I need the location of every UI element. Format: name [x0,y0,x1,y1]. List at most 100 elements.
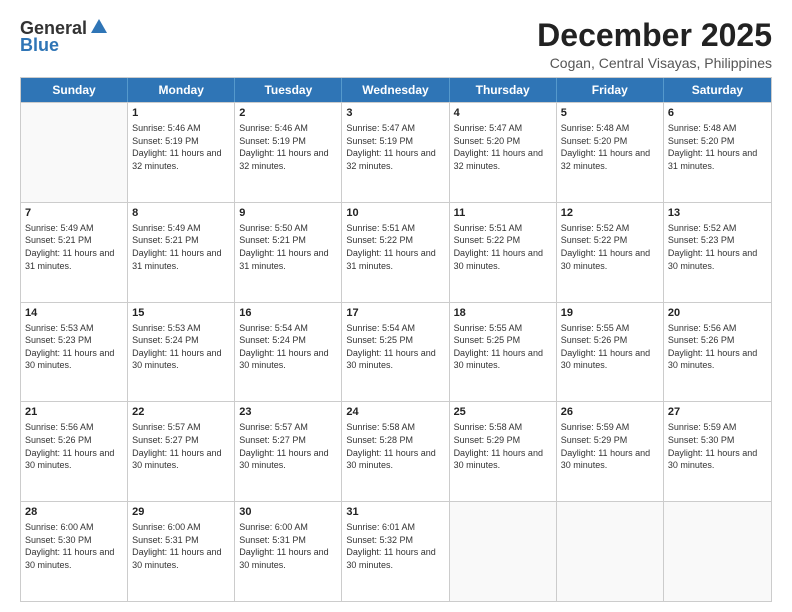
day-number: 24 [346,405,444,420]
day-number: 9 [239,206,337,221]
calendar-body: 1Sunrise: 5:46 AMSunset: 5:19 PMDaylight… [21,102,771,601]
calendar-cell: 24Sunrise: 5:58 AMSunset: 5:28 PMDayligh… [342,402,449,501]
day-number: 2 [239,106,337,121]
calendar-cell: 21Sunrise: 5:56 AMSunset: 5:26 PMDayligh… [21,402,128,501]
calendar-cell: 13Sunrise: 5:52 AMSunset: 5:23 PMDayligh… [664,203,771,302]
calendar-cell: 31Sunrise: 6:01 AMSunset: 5:32 PMDayligh… [342,502,449,601]
day-number: 5 [561,106,659,121]
calendar-cell: 29Sunrise: 6:00 AMSunset: 5:31 PMDayligh… [128,502,235,601]
cell-info: Sunrise: 5:53 AMSunset: 5:24 PMDaylight:… [132,322,230,372]
cell-info: Sunrise: 6:00 AMSunset: 5:31 PMDaylight:… [132,521,230,571]
cell-info: Sunrise: 5:54 AMSunset: 5:24 PMDaylight:… [239,322,337,372]
weekday-header: Tuesday [235,78,342,102]
day-number: 27 [668,405,767,420]
calendar-cell: 8Sunrise: 5:49 AMSunset: 5:21 PMDaylight… [128,203,235,302]
calendar-cell [450,502,557,601]
calendar: SundayMondayTuesdayWednesdayThursdayFrid… [20,77,772,602]
calendar-row: 21Sunrise: 5:56 AMSunset: 5:26 PMDayligh… [21,401,771,501]
day-number: 10 [346,206,444,221]
cell-info: Sunrise: 5:47 AMSunset: 5:20 PMDaylight:… [454,122,552,172]
calendar-row: 1Sunrise: 5:46 AMSunset: 5:19 PMDaylight… [21,102,771,202]
calendar-cell: 9Sunrise: 5:50 AMSunset: 5:21 PMDaylight… [235,203,342,302]
day-number: 19 [561,306,659,321]
calendar-cell: 26Sunrise: 5:59 AMSunset: 5:29 PMDayligh… [557,402,664,501]
weekday-header: Wednesday [342,78,449,102]
calendar-cell [557,502,664,601]
cell-info: Sunrise: 5:53 AMSunset: 5:23 PMDaylight:… [25,322,123,372]
weekday-header: Thursday [450,78,557,102]
calendar-row: 14Sunrise: 5:53 AMSunset: 5:23 PMDayligh… [21,302,771,402]
calendar-cell: 18Sunrise: 5:55 AMSunset: 5:25 PMDayligh… [450,303,557,402]
cell-info: Sunrise: 5:46 AMSunset: 5:19 PMDaylight:… [239,122,337,172]
calendar-cell: 27Sunrise: 5:59 AMSunset: 5:30 PMDayligh… [664,402,771,501]
cell-info: Sunrise: 5:58 AMSunset: 5:29 PMDaylight:… [454,421,552,471]
calendar-cell: 15Sunrise: 5:53 AMSunset: 5:24 PMDayligh… [128,303,235,402]
calendar-cell: 19Sunrise: 5:55 AMSunset: 5:26 PMDayligh… [557,303,664,402]
page: General Blue December 2025 Cogan, Centra… [0,0,792,612]
calendar-cell: 11Sunrise: 5:51 AMSunset: 5:22 PMDayligh… [450,203,557,302]
day-number: 13 [668,206,767,221]
cell-info: Sunrise: 5:55 AMSunset: 5:26 PMDaylight:… [561,322,659,372]
day-number: 1 [132,106,230,121]
cell-info: Sunrise: 5:48 AMSunset: 5:20 PMDaylight:… [561,122,659,172]
logo-blue-text: Blue [20,35,59,56]
day-number: 6 [668,106,767,121]
cell-info: Sunrise: 5:46 AMSunset: 5:19 PMDaylight:… [132,122,230,172]
day-number: 12 [561,206,659,221]
weekday-header: Monday [128,78,235,102]
cell-info: Sunrise: 5:51 AMSunset: 5:22 PMDaylight:… [454,222,552,272]
calendar-cell: 3Sunrise: 5:47 AMSunset: 5:19 PMDaylight… [342,103,449,202]
calendar-cell: 22Sunrise: 5:57 AMSunset: 5:27 PMDayligh… [128,402,235,501]
calendar-cell: 17Sunrise: 5:54 AMSunset: 5:25 PMDayligh… [342,303,449,402]
calendar-cell: 30Sunrise: 6:00 AMSunset: 5:31 PMDayligh… [235,502,342,601]
day-number: 4 [454,106,552,121]
cell-info: Sunrise: 5:56 AMSunset: 5:26 PMDaylight:… [668,322,767,372]
cell-info: Sunrise: 6:00 AMSunset: 5:30 PMDaylight:… [25,521,123,571]
calendar-cell: 2Sunrise: 5:46 AMSunset: 5:19 PMDaylight… [235,103,342,202]
calendar-cell: 28Sunrise: 6:00 AMSunset: 5:30 PMDayligh… [21,502,128,601]
calendar-row: 7Sunrise: 5:49 AMSunset: 5:21 PMDaylight… [21,202,771,302]
cell-info: Sunrise: 5:47 AMSunset: 5:19 PMDaylight:… [346,122,444,172]
day-number: 31 [346,505,444,520]
day-number: 16 [239,306,337,321]
calendar-cell: 6Sunrise: 5:48 AMSunset: 5:20 PMDaylight… [664,103,771,202]
day-number: 8 [132,206,230,221]
cell-info: Sunrise: 5:58 AMSunset: 5:28 PMDaylight:… [346,421,444,471]
title-block: December 2025 Cogan, Central Visayas, Ph… [537,18,772,71]
calendar-cell: 7Sunrise: 5:49 AMSunset: 5:21 PMDaylight… [21,203,128,302]
cell-info: Sunrise: 5:59 AMSunset: 5:30 PMDaylight:… [668,421,767,471]
cell-info: Sunrise: 5:57 AMSunset: 5:27 PMDaylight:… [239,421,337,471]
cell-info: Sunrise: 5:49 AMSunset: 5:21 PMDaylight:… [132,222,230,272]
logo: General Blue [20,18,107,56]
cell-info: Sunrise: 6:01 AMSunset: 5:32 PMDaylight:… [346,521,444,571]
calendar-cell: 4Sunrise: 5:47 AMSunset: 5:20 PMDaylight… [450,103,557,202]
header: General Blue December 2025 Cogan, Centra… [20,18,772,71]
calendar-cell [21,103,128,202]
cell-info: Sunrise: 5:56 AMSunset: 5:26 PMDaylight:… [25,421,123,471]
cell-info: Sunrise: 5:55 AMSunset: 5:25 PMDaylight:… [454,322,552,372]
cell-info: Sunrise: 5:50 AMSunset: 5:21 PMDaylight:… [239,222,337,272]
day-number: 14 [25,306,123,321]
month-title: December 2025 [537,18,772,53]
day-number: 15 [132,306,230,321]
weekday-header: Sunday [21,78,128,102]
cell-info: Sunrise: 5:52 AMSunset: 5:22 PMDaylight:… [561,222,659,272]
cell-info: Sunrise: 5:48 AMSunset: 5:20 PMDaylight:… [668,122,767,172]
cell-info: Sunrise: 5:52 AMSunset: 5:23 PMDaylight:… [668,222,767,272]
calendar-cell: 12Sunrise: 5:52 AMSunset: 5:22 PMDayligh… [557,203,664,302]
weekday-header: Friday [557,78,664,102]
day-number: 29 [132,505,230,520]
cell-info: Sunrise: 5:49 AMSunset: 5:21 PMDaylight:… [25,222,123,272]
location-title: Cogan, Central Visayas, Philippines [537,55,772,71]
day-number: 21 [25,405,123,420]
day-number: 28 [25,505,123,520]
day-number: 11 [454,206,552,221]
day-number: 18 [454,306,552,321]
calendar-cell: 10Sunrise: 5:51 AMSunset: 5:22 PMDayligh… [342,203,449,302]
calendar-cell: 1Sunrise: 5:46 AMSunset: 5:19 PMDaylight… [128,103,235,202]
day-number: 23 [239,405,337,420]
calendar-cell [664,502,771,601]
day-number: 26 [561,405,659,420]
day-number: 7 [25,206,123,221]
weekday-header: Saturday [664,78,771,102]
